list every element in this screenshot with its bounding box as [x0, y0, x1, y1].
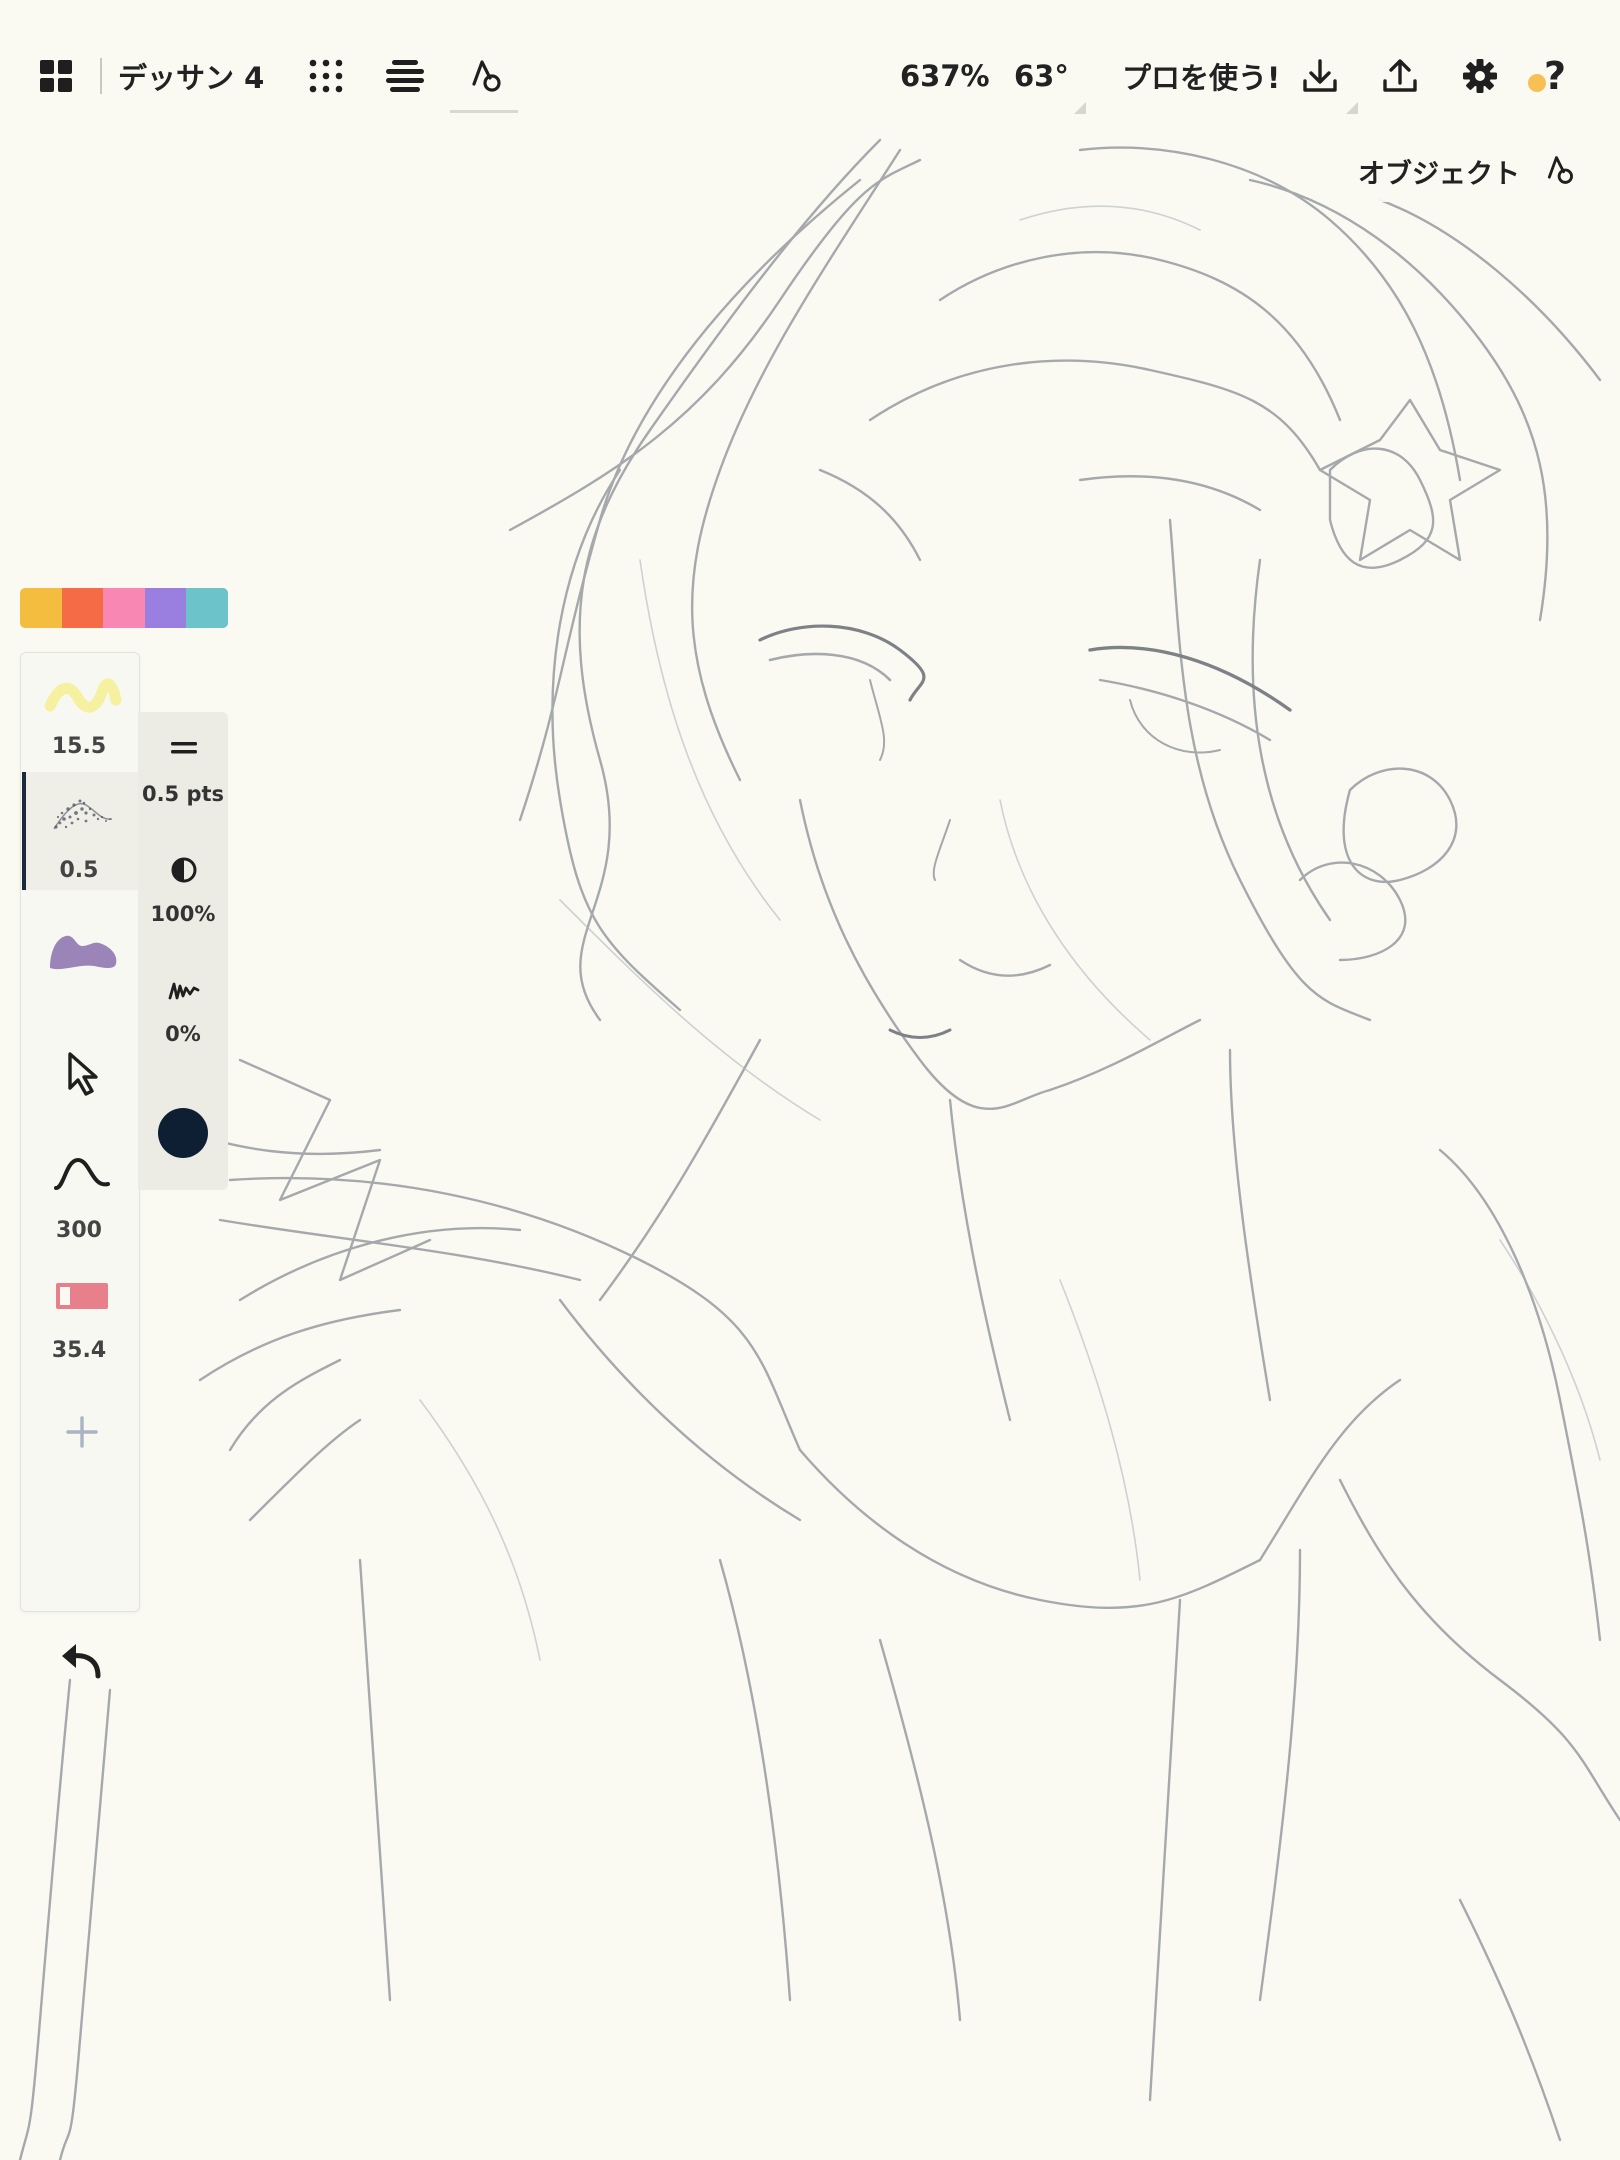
add-brush-button[interactable]: [60, 1410, 104, 1454]
selection-tool-button[interactable]: [54, 1046, 110, 1102]
brush-slot-pencil[interactable]: [40, 780, 124, 846]
import-corner-mark: [1346, 102, 1358, 114]
smoothing-tool-button[interactable]: [50, 1152, 114, 1196]
brush-slot-marker[interactable]: [40, 920, 124, 984]
undo-icon: [62, 1644, 101, 1679]
upload-icon: [1383, 59, 1417, 92]
stroke-width-icon: [171, 742, 197, 754]
pressure-wave-icon: [168, 982, 200, 1000]
title-divider: [100, 58, 102, 94]
highlighter-brush-icon: [44, 678, 122, 713]
pressure-value[interactable]: 0%: [138, 1022, 228, 1046]
gallery-grid-icon: [40, 60, 72, 92]
palette-swatch-2[interactable]: [61, 588, 104, 628]
size-setting-button[interactable]: [166, 730, 202, 766]
shapes-icon: [1547, 156, 1573, 184]
opacity-value[interactable]: 100%: [138, 902, 228, 926]
opacity-icon: [171, 857, 197, 883]
import-button[interactable]: [1298, 54, 1342, 98]
color-palette-strip: [20, 588, 228, 628]
marker-blob-brush-icon: [50, 935, 117, 970]
help-button[interactable]: ?: [1544, 50, 1566, 102]
brush-size-value[interactable]: 0.5 pts: [138, 782, 228, 806]
pressure-setting-button[interactable]: [166, 972, 202, 1008]
brush-2-size: 0.5: [59, 858, 99, 883]
zoom-level[interactable]: 637%: [900, 52, 990, 100]
eraser-value: 35.4: [51, 1338, 107, 1363]
layers-button[interactable]: [382, 54, 428, 98]
object-shape-button[interactable]: [1540, 150, 1580, 190]
cursor-arrow-icon: [68, 1052, 98, 1096]
palette-swatch-4[interactable]: [144, 588, 187, 628]
rotation-angle[interactable]: 63°: [1014, 52, 1069, 100]
shape-tool-button[interactable]: [464, 54, 508, 98]
gear-icon: [1463, 59, 1497, 93]
object-panel-label[interactable]: オブジェクト: [1358, 146, 1520, 196]
brush-slot-highlighter[interactable]: [40, 666, 124, 724]
download-icon: [1303, 59, 1337, 92]
document-title[interactable]: デッサン 4: [118, 52, 264, 100]
go-pro-button[interactable]: プロを使う!: [1122, 52, 1280, 100]
current-color-swatch[interactable]: [158, 1108, 208, 1158]
undo-button[interactable]: [54, 1634, 108, 1684]
drawing-canvas[interactable]: [0, 0, 1620, 2160]
export-button[interactable]: [1378, 54, 1422, 98]
pencil-texture-brush-icon: [53, 799, 113, 830]
actions-menu-button[interactable]: [304, 54, 348, 98]
smoothing-value: 300: [56, 1218, 102, 1243]
zoom-corner-mark: [1074, 102, 1086, 114]
brush-1-size: 15.5: [51, 734, 107, 759]
shapes-icon: [472, 60, 501, 92]
palette-swatch-1[interactable]: [20, 588, 62, 628]
smoothing-curve-icon: [54, 1157, 110, 1190]
plus-icon: [66, 1416, 98, 1448]
dots-grid-icon: [309, 59, 343, 93]
eraser-icon: [56, 1283, 108, 1309]
gallery-button[interactable]: [38, 54, 74, 98]
opacity-setting-button[interactable]: [166, 852, 202, 888]
palette-swatch-5[interactable]: [186, 588, 228, 628]
shape-tab-indicator: [450, 110, 518, 113]
palette-swatch-3[interactable]: [103, 588, 145, 628]
top-toolbar: デッサン 4 637% 63° プロを使う! ?: [0, 0, 1620, 150]
eraser-tool-button[interactable]: [50, 1276, 114, 1316]
layers-icon: [386, 60, 424, 92]
settings-button[interactable]: [1458, 54, 1502, 98]
